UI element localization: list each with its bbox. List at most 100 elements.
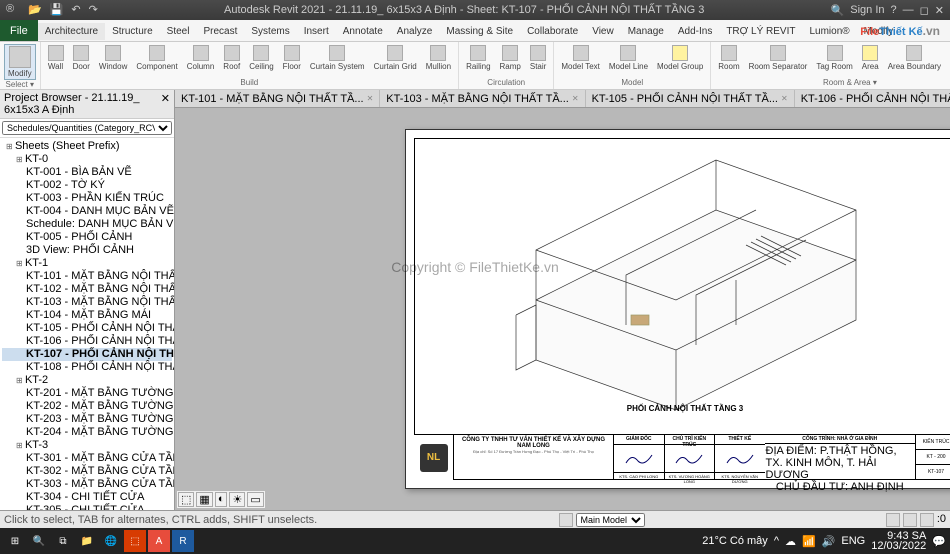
sun-path-icon[interactable]: ☀ — [229, 492, 245, 507]
select-pinned-icon[interactable] — [903, 513, 917, 527]
search-taskbar-icon[interactable]: 🔍 — [28, 530, 50, 552]
tree-sheet-item[interactable]: KT-108 - PHỐI CẢNH NỘI THẤT MÁI — [2, 361, 172, 374]
tool-roof[interactable]: Roof — [220, 44, 243, 72]
tree-sheet-item[interactable]: KT-203 - MẶT BẰNG TƯỜNG XÂY TẦNG 3 — [2, 413, 172, 426]
close-tab-icon[interactable]: ✕ — [572, 94, 579, 103]
ribbon-tab-massingsite[interactable]: Massing & Site — [439, 23, 520, 40]
browser-tree[interactable]: Sheets (Sheet Prefix)KT-0KT-001 - BÌA BẢ… — [0, 138, 174, 510]
help-icon[interactable]: ? — [891, 4, 897, 16]
app-icon-1[interactable]: ⬚ — [124, 530, 146, 552]
tree-sheet-item[interactable]: KT-105 - PHỐI CẢNH NỘI THẤT TẦNG 1 — [2, 322, 172, 335]
tool-room[interactable]: Room — [715, 44, 742, 72]
tree-sheet-item[interactable]: KT-005 - PHỐI CẢNH — [2, 231, 172, 244]
tool-mullion[interactable]: Mullion — [423, 44, 454, 72]
filter-icon[interactable] — [920, 513, 934, 527]
tree-group[interactable]: KT-3 — [2, 439, 172, 452]
select-links-icon[interactable] — [886, 513, 900, 527]
tool-ramp[interactable]: Ramp — [497, 44, 524, 72]
tree-sheet-item[interactable]: KT-002 - TỜ KÝ — [2, 179, 172, 192]
autocad-icon[interactable]: A — [148, 530, 170, 552]
start-button[interactable]: ⊞ — [4, 530, 26, 552]
ribbon-tab-insert[interactable]: Insert — [297, 23, 336, 40]
tool-modelgroup[interactable]: Model Group — [654, 44, 706, 72]
qat-open-icon[interactable]: 📂 — [28, 3, 42, 17]
tree-sheet-item[interactable]: KT-303 - MẶT BẰNG CỬA TẦNG 3 — [2, 478, 172, 491]
tool-column[interactable]: Column — [184, 44, 218, 72]
tool-ceiling[interactable]: Ceiling — [246, 44, 276, 72]
ribbon-tab-analyze[interactable]: Analyze — [390, 23, 440, 40]
tool-modeltext[interactable]: Model Text — [558, 44, 603, 72]
ribbon-tab-trlrevit[interactable]: TRỢ LÝ REVIT — [719, 23, 802, 40]
explorer-icon[interactable]: 📁 — [76, 530, 98, 552]
ribbon-tab-lumion[interactable]: Lumion® — [802, 23, 856, 40]
tree-group[interactable]: KT-1 — [2, 257, 172, 270]
view-tab[interactable]: KT-103 - MẶT BẰNG NỘI THẤT TẦ...✕ — [380, 90, 585, 107]
ribbon-tab-view[interactable]: View — [585, 23, 621, 40]
close-tab-icon[interactable]: ✕ — [367, 94, 374, 103]
tree-sheet-item[interactable]: KT-003 - PHẦN KIẾN TRÚC — [2, 192, 172, 205]
tool-area[interactable]: Area — [859, 44, 882, 72]
ribbon-tab-precast[interactable]: Precast — [196, 23, 244, 40]
qat-redo-icon[interactable]: ↷ — [89, 3, 98, 17]
revit-taskbar-icon[interactable]: R — [172, 530, 194, 552]
worksets-icon[interactable] — [559, 513, 573, 527]
close-tab-icon[interactable]: ✕ — [781, 94, 788, 103]
tool-curtaingrid[interactable]: Curtain Grid — [371, 44, 420, 72]
ribbon-tab-collaborate[interactable]: Collaborate — [520, 23, 585, 40]
file-tab[interactable]: File — [0, 20, 38, 41]
tree-group[interactable]: KT-2 — [2, 374, 172, 387]
tray-up-icon[interactable]: ^ — [774, 535, 779, 547]
qat-save-icon[interactable]: 💾 — [50, 3, 64, 17]
tool-railing[interactable]: Railing — [463, 44, 493, 72]
onedrive-icon[interactable]: ☁ — [785, 535, 796, 548]
ribbon-tab-annotate[interactable]: Annotate — [336, 23, 390, 40]
tree-sheet-item[interactable]: 3D View: PHỐI CẢNH — [2, 244, 172, 257]
volume-icon[interactable]: 🔊 — [822, 535, 836, 548]
detail-level-icon[interactable]: ▦ — [196, 492, 212, 507]
search-icon[interactable]: 🔍 — [831, 4, 845, 17]
signin-link[interactable]: Sign In — [850, 4, 884, 16]
tool-roomseparator[interactable]: Room Separator — [746, 44, 811, 72]
view-tab[interactable]: KT-106 - PHỐI CẢNH NỘI THẤT TẦ...✕ — [795, 90, 950, 107]
tree-sheet-item[interactable]: KT-202 - MẶT BẰNG TƯỜNG XÂY TẦNG 2 — [2, 400, 172, 413]
tree-sheet-item[interactable]: KT-107 - PHỐI CẢNH NỘI THẤT TẦNG 3 — [2, 348, 172, 361]
tool-wall[interactable]: Wall — [45, 44, 67, 72]
tool-floor[interactable]: Floor — [280, 44, 304, 72]
tool-modelline[interactable]: Model Line — [606, 44, 651, 72]
network-icon[interactable]: 📶 — [802, 535, 816, 548]
tree-sheet-item[interactable]: KT-304 - CHI TIẾT CỬA — [2, 491, 172, 504]
tree-sheet-item[interactable]: Schedule: DANH MỤC BẢN VẼ KIẾN TRÚC — [2, 218, 172, 231]
modify-tool[interactable]: Modify — [4, 44, 36, 80]
drawing-canvas[interactable]: PHỐI CẢNH NỘI THẤT TẦNG 3 NL CÔNG TY TNH… — [175, 108, 950, 510]
minimize-button[interactable]: — — [903, 4, 914, 16]
tool-curtainsystem[interactable]: Curtain System — [307, 44, 368, 72]
tree-sheets-root[interactable]: Sheets (Sheet Prefix) — [2, 140, 172, 153]
tree-sheet-item[interactable]: KT-102 - MẶT BẰNG NỘI THẤT TẦNG 2 — [2, 283, 172, 296]
view-tab[interactable]: KT-105 - PHỐI CẢNH NỘI THẤT TẦ...✕ — [586, 90, 795, 107]
visual-style-icon[interactable]: ◐ — [215, 492, 228, 507]
ribbon-tab-addins[interactable]: Add-Ins — [671, 23, 719, 40]
scale-control[interactable]: ⬚ — [178, 492, 194, 507]
browser-close-icon[interactable]: ✕ — [161, 92, 170, 116]
tree-sheet-item[interactable]: KT-106 - PHỐI CẢNH NỘI THẤT TẦNG 2 — [2, 335, 172, 348]
ribbon-tab-architecture[interactable]: Architecture — [38, 23, 105, 40]
ribbon-tab-structure[interactable]: Structure — [105, 23, 160, 40]
tree-group[interactable]: KT-0 — [2, 153, 172, 166]
edge-icon[interactable]: 🌐 — [100, 530, 122, 552]
main-model-select[interactable]: Main Model — [576, 513, 645, 527]
tree-sheet-item[interactable]: KT-101 - MẶT BẰNG NỘI THẤT TẦNG 1 — [2, 270, 172, 283]
crop-icon[interactable]: ▭ — [247, 492, 263, 507]
qat-undo-icon[interactable]: ↶ — [71, 3, 80, 17]
clock-date[interactable]: 12/03/2022 — [871, 541, 926, 551]
tool-stair[interactable]: Stair — [527, 44, 549, 72]
tree-sheet-item[interactable]: KT-305 - CHI TIẾT CỬA — [2, 504, 172, 510]
tree-sheet-item[interactable]: KT-301 - MẶT BẰNG CỬA TẦNG 1 — [2, 452, 172, 465]
tree-sheet-item[interactable]: KT-103 - MẶT BẰNG NỘI THẤT TẦNG 3 — [2, 296, 172, 309]
language-indicator[interactable]: ENG — [841, 535, 865, 547]
browser-filter-select[interactable]: Schedules/Quantities (Category_RCVN) — [2, 121, 172, 135]
clock-time[interactable]: 9:43 SA — [871, 531, 926, 541]
task-view-icon[interactable]: ⧉ — [52, 530, 74, 552]
ribbon-tab-systems[interactable]: Systems — [244, 23, 296, 40]
ribbon-tab-manage[interactable]: Manage — [621, 23, 671, 40]
tree-sheet-item[interactable]: KT-201 - MẶT BẰNG TƯỜNG XÂY TẦNG 1 — [2, 387, 172, 400]
